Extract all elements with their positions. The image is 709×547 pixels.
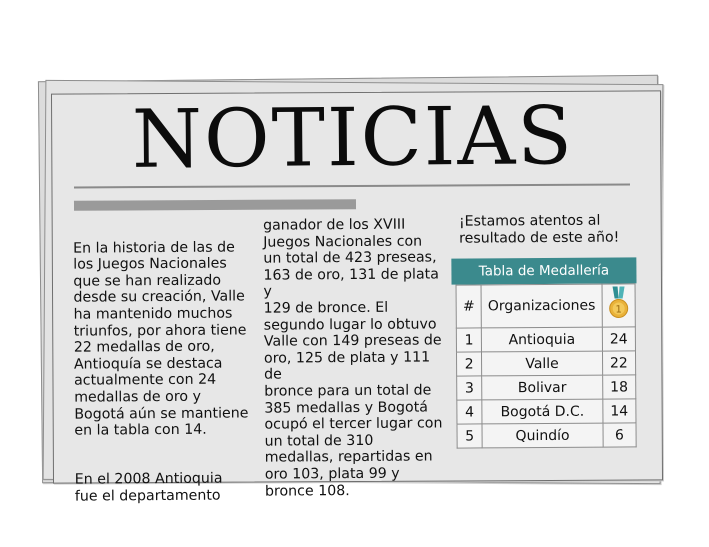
header-number: # [456,284,482,329]
table-row: 2 Valle 22 [456,350,636,377]
row-gold-count: 22 [602,350,636,376]
medal-table-header-row: # Organizaciones 1 [456,283,636,329]
article-column-1: En la historia de las de los Juegos Naci… [73,222,255,521]
row-organization: Antioquia [481,327,603,352]
table-row: 5 Quindío 6 [456,422,637,449]
row-number: 4 [456,399,483,425]
table-row: 4 Bogotá D.C. 14 [456,398,636,425]
row-organization: Quindío [482,423,603,448]
row-organization: Bolivar [481,375,603,400]
article-column-2: ganador de los XVIII Juegos Nacionales c… [263,216,443,500]
row-gold-count: 6 [602,422,637,448]
newspaper-masthead: NOTICIAS [131,89,575,186]
row-gold-count: 18 [602,374,636,400]
row-gold-count: 14 [602,398,636,424]
table-row: 3 Bolivar 18 [456,374,636,401]
row-gold-count: 24 [601,326,636,352]
medal-table: Tabla de Medallería # Organizaciones 1 1 [451,257,637,449]
row-number: 5 [456,423,483,449]
row-number: 2 [456,351,482,377]
medal-table-grid: # Organizaciones 1 1 Antioquia 24 2 Vall… [455,283,637,449]
gold-medal-icon: 1 [608,286,629,320]
row-organization: Valle [481,351,603,376]
article-paragraph-1: En la historia de las de los Juegos Naci… [73,239,249,439]
row-organization: Bogotá D.C. [482,399,603,424]
section-bar [73,199,357,211]
article-paragraph-2: En el 2008 Antioquia fue el departamento [74,470,223,505]
header-medal-cell: 1 [601,283,636,328]
header-organizations: Organizaciones [481,284,602,328]
row-number: 3 [456,375,483,401]
row-number: 1 [456,327,482,353]
medal-table-title: Tabla de Medallería [451,257,637,285]
medal-number: 1 [615,304,621,315]
announcement-note: ¡Estamos atentos al resultado de este añ… [458,212,620,247]
table-row: 1 Antioquia 24 [456,326,636,353]
